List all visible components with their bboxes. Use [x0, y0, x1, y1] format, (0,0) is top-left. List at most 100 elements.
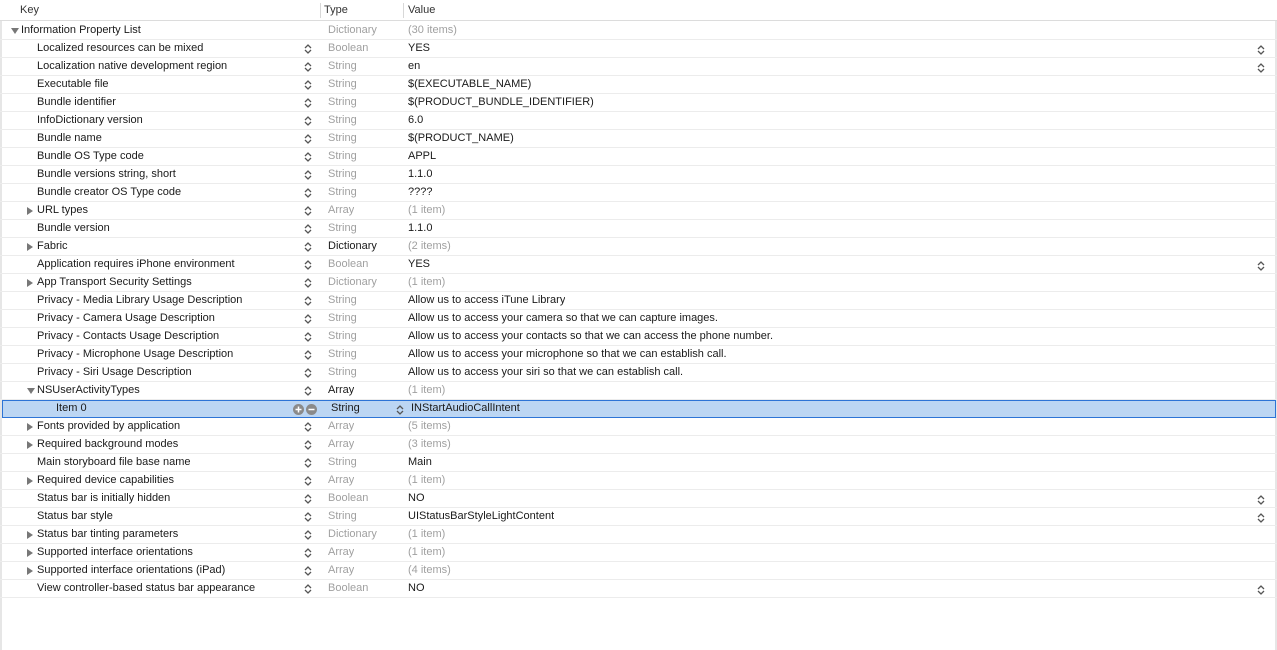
type-stepper-icon[interactable] [304, 44, 312, 54]
table-row[interactable]: Application requires iPhone environment B… [0, 256, 1277, 274]
value-cell[interactable]: Allow us to access your camera so that w… [408, 310, 718, 327]
key-cell[interactable]: Bundle versions string, short [37, 166, 176, 183]
type-stepper-icon[interactable] [304, 350, 312, 360]
value-cell[interactable]: 1.1.0 [408, 220, 432, 237]
key-cell[interactable]: Privacy - Camera Usage Description [37, 310, 215, 327]
type-stepper-icon[interactable] [304, 548, 312, 558]
disclosure-expanded-icon[interactable] [11, 28, 19, 34]
value-cell[interactable]: ???? [408, 184, 432, 201]
value-cell[interactable]: INStartAudioCallIntent [411, 400, 520, 417]
table-row[interactable]: Privacy - Camera Usage Description String… [0, 310, 1277, 328]
type-cell[interactable]: String [328, 328, 357, 345]
value-cell[interactable]: (1 item) [408, 526, 445, 543]
key-cell[interactable]: Required device capabilities [37, 472, 174, 489]
type-cell[interactable]: Dictionary [328, 274, 377, 291]
type-stepper-icon[interactable] [304, 116, 312, 126]
type-stepper-icon[interactable] [304, 512, 312, 522]
type-stepper-icon[interactable] [304, 278, 312, 288]
value-cell[interactable]: (5 items) [408, 418, 451, 435]
value-cell[interactable]: (4 items) [408, 562, 451, 579]
type-stepper-icon[interactable] [304, 206, 312, 216]
type-cell[interactable]: Array [328, 562, 354, 579]
add-row-icon[interactable] [293, 404, 304, 415]
disclosure-expanded-icon[interactable] [27, 388, 35, 394]
type-cell[interactable]: String [328, 148, 357, 165]
type-cell[interactable]: String [328, 94, 357, 111]
type-cell[interactable]: String [328, 220, 357, 237]
value-popup-icon[interactable] [1257, 260, 1265, 271]
type-cell[interactable]: String [328, 292, 357, 309]
value-cell[interactable]: 1.1.0 [408, 166, 432, 183]
key-cell[interactable]: Bundle creator OS Type code [37, 184, 181, 201]
type-cell[interactable]: Array [328, 418, 354, 435]
type-stepper-icon[interactable] [304, 98, 312, 108]
key-cell[interactable]: Bundle name [37, 130, 102, 147]
type-stepper-icon[interactable] [304, 458, 312, 468]
type-stepper-icon[interactable] [304, 476, 312, 486]
type-cell[interactable]: String [328, 58, 357, 75]
key-cell[interactable]: Bundle OS Type code [37, 148, 144, 165]
disclosure-collapsed-icon[interactable] [27, 567, 33, 575]
value-cell[interactable]: NO [408, 490, 425, 507]
type-cell[interactable]: String [328, 76, 357, 93]
value-cell[interactable]: $(PRODUCT_BUNDLE_IDENTIFIER) [408, 94, 594, 111]
value-popup-icon[interactable] [1257, 44, 1265, 55]
value-cell[interactable]: (1 item) [408, 382, 445, 399]
value-cell[interactable]: $(EXECUTABLE_NAME) [408, 76, 531, 93]
table-row[interactable]: Supported interface orientations Array (1 … [0, 544, 1277, 562]
value-cell[interactable]: Allow us to access your microphone so th… [408, 346, 727, 363]
key-cell[interactable]: Executable file [37, 76, 109, 93]
type-stepper-icon[interactable] [304, 134, 312, 144]
type-cell[interactable]: String [328, 184, 357, 201]
table-row[interactable]: Bundle OS Type code String APPL [0, 148, 1277, 166]
type-stepper-icon[interactable] [304, 80, 312, 90]
value-cell[interactable]: YES [408, 256, 430, 273]
disclosure-collapsed-icon[interactable] [27, 549, 33, 557]
key-cell[interactable]: InfoDictionary version [37, 112, 143, 129]
value-popup-icon[interactable] [1257, 494, 1265, 505]
type-stepper-icon[interactable] [304, 440, 312, 450]
column-divider[interactable] [320, 3, 321, 18]
key-cell[interactable]: App Transport Security Settings [37, 274, 192, 291]
table-row[interactable]: App Transport Security Settings Dictionar… [0, 274, 1277, 292]
table-row[interactable]: Main storyboard file base name String Main [0, 454, 1277, 472]
value-popup-icon[interactable] [1257, 584, 1265, 595]
type-stepper-icon[interactable] [304, 242, 312, 252]
type-stepper-icon[interactable] [304, 494, 312, 504]
key-cell[interactable]: Item 0 [56, 400, 87, 417]
type-stepper-icon[interactable] [304, 386, 312, 396]
table-row[interactable]: Privacy - Contacts Usage Description Stri… [0, 328, 1277, 346]
key-cell[interactable]: Supported interface orientations (iPad) [37, 562, 225, 579]
key-cell[interactable]: Bundle identifier [37, 94, 116, 111]
value-popup-icon[interactable] [1257, 62, 1265, 73]
disclosure-collapsed-icon[interactable] [27, 477, 33, 485]
table-row[interactable]: URL types Array (1 item) [0, 202, 1277, 220]
value-cell[interactable]: APPL [408, 148, 436, 165]
type-cell[interactable]: Array [328, 202, 354, 219]
type-cell[interactable]: String [328, 166, 357, 183]
table-row[interactable]: Required device capabilities Array (1 item… [0, 472, 1277, 490]
key-cell[interactable]: Fonts provided by application [37, 418, 180, 435]
key-cell[interactable]: Privacy - Contacts Usage Description [37, 328, 219, 345]
type-cell[interactable]: Array [328, 472, 354, 489]
type-cell[interactable]: String [328, 454, 357, 471]
value-cell[interactable]: 6.0 [408, 112, 423, 129]
key-cell[interactable]: Status bar tinting parameters [37, 526, 178, 543]
key-cell[interactable]: Localized resources can be mixed [37, 40, 203, 57]
type-cell[interactable]: Dictionary [328, 526, 377, 543]
value-column-header[interactable]: Value [408, 0, 435, 21]
table-row[interactable]: Executable file String $(EXECUTABLE_NAME) [0, 76, 1277, 94]
type-stepper-icon[interactable] [304, 152, 312, 162]
type-cell[interactable]: Dictionary [328, 22, 377, 39]
table-row[interactable]: Supported interface orientations (iPad) A… [0, 562, 1277, 580]
type-cell[interactable]: Boolean [328, 256, 368, 273]
value-cell[interactable]: YES [408, 40, 430, 57]
type-stepper-icon[interactable] [304, 188, 312, 198]
table-row[interactable]: NSUserActivityTypes Array (1 item) [0, 382, 1277, 400]
value-cell[interactable]: Allow us to access your siri so that we … [408, 364, 683, 381]
table-row[interactable]: Bundle identifier String $(PRODUCT_BUNDLE_… [0, 94, 1277, 112]
table-row[interactable]: Status bar is initially hidden Boolean NO [0, 490, 1277, 508]
table-row[interactable]: Privacy - Siri Usage Description String Al… [0, 364, 1277, 382]
key-cell[interactable]: Application requires iPhone environment [37, 256, 235, 273]
type-stepper-icon[interactable] [304, 332, 312, 342]
